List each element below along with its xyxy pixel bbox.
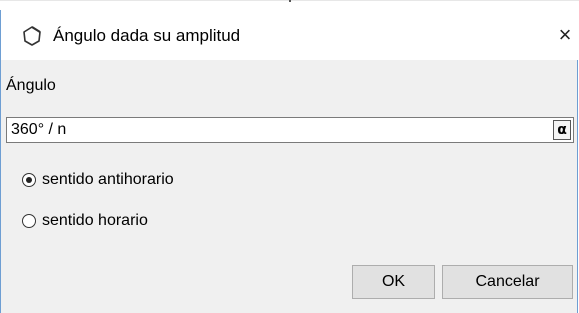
angle-input[interactable]	[11, 118, 531, 142]
ok-button[interactable]: OK	[352, 265, 435, 299]
close-icon[interactable]: ×	[553, 22, 577, 48]
dialog-titlebar: Ángulo dada su amplitud ×	[1, 10, 578, 60]
angle-field-label: Ángulo	[6, 77, 56, 94]
radio-counterclockwise-circle[interactable]	[22, 173, 36, 187]
dialog-title: Ángulo dada su amplitud	[53, 26, 241, 45]
radio-clockwise-label: sentido horario	[42, 212, 148, 229]
polygon-outline-icon	[21, 25, 43, 47]
top-marker	[289, 0, 291, 2]
radio-counterclockwise-label: sentido antihorario	[42, 171, 174, 188]
radio-counterclockwise[interactable]: sentido antihorario	[22, 170, 174, 190]
symbol-button[interactable]: α	[553, 120, 571, 140]
angle-input-box: α	[6, 117, 574, 143]
radio-clockwise[interactable]: sentido horario	[22, 211, 148, 231]
radio-clockwise-circle[interactable]	[22, 214, 36, 228]
angle-dialog: Ángulo dada su amplitud × Ángulo α senti…	[0, 10, 578, 313]
cancel-button[interactable]: Cancelar	[442, 265, 573, 299]
